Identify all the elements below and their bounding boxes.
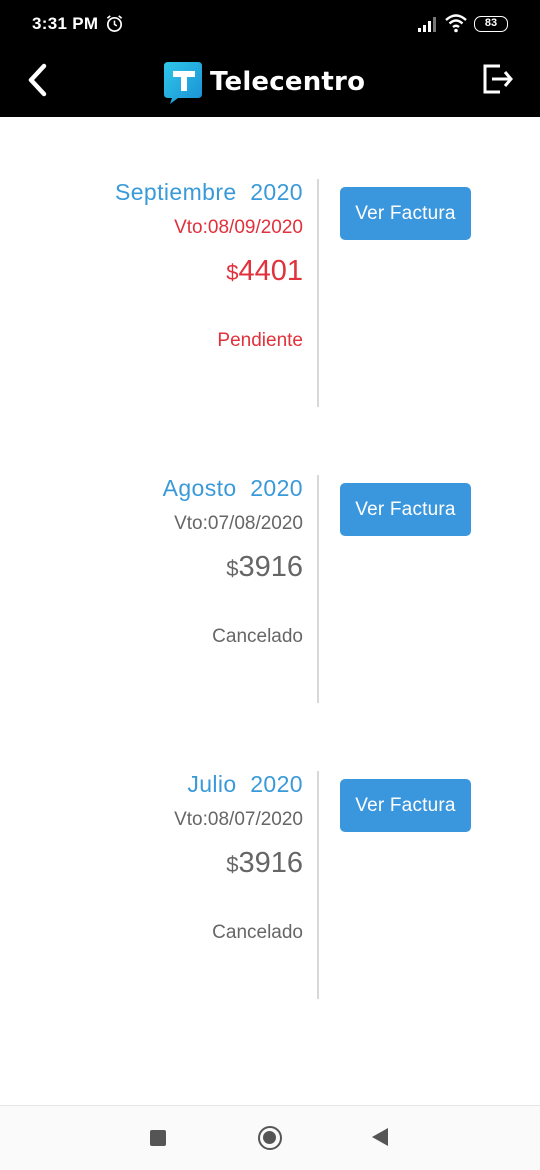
logout-icon[interactable] — [480, 60, 516, 98]
invoice-period: Septiembre 2020 — [115, 179, 303, 206]
invoice-card: Agosto 2020 Vto:07/08/2020 $3916 Cancela… — [0, 475, 540, 703]
status-bar: 3:31 PM 83 — [0, 0, 540, 48]
app-bar: Telecentro — [0, 48, 540, 117]
signal-icon — [418, 17, 436, 32]
system-nav-bar — [0, 1105, 540, 1170]
invoice-period: Agosto 2020 — [163, 475, 303, 502]
invoice-year: 2020 — [250, 771, 303, 797]
invoice-month: Agosto — [162, 475, 237, 501]
invoice-amount: $4401 — [226, 255, 303, 288]
invoice-card: Julio 2020 Vto:08/07/2020 $3916 Cancelad… — [0, 771, 540, 999]
invoice-amount: $3916 — [226, 847, 303, 880]
recent-apps-icon[interactable] — [150, 1130, 166, 1146]
alarm-icon — [106, 15, 123, 32]
status-time: 3:31 PM — [32, 14, 99, 33]
invoice-due-date: Vto:08/09/2020 — [174, 217, 303, 238]
invoice-amount: $3916 — [226, 551, 303, 584]
invoice-due-date: Vto:08/07/2020 — [174, 809, 303, 830]
telecentro-logo-icon — [164, 62, 202, 104]
amount-value: 3916 — [238, 551, 303, 583]
invoice-period: Julio 2020 — [187, 771, 303, 798]
amount-value: 4401 — [238, 255, 303, 287]
invoice-status: Pendiente — [217, 330, 303, 351]
invoice-year: 2020 — [250, 179, 303, 205]
invoice-status: Cancelado — [212, 922, 303, 943]
wifi-icon — [445, 14, 467, 33]
invoice-card: Septiembre 2020 Vto:08/09/2020 $4401 Pen… — [0, 179, 540, 407]
divider — [317, 475, 319, 703]
invoice-month: Julio — [187, 771, 237, 797]
brand-name: Telecentro — [210, 67, 366, 97]
currency-symbol: $ — [226, 260, 239, 285]
divider — [317, 179, 319, 407]
home-icon[interactable] — [258, 1126, 282, 1150]
back-icon[interactable] — [372, 1128, 388, 1146]
back-arrow-icon[interactable] — [22, 60, 56, 100]
currency-symbol: $ — [226, 556, 239, 581]
invoice-due-date: Vto:07/08/2020 — [174, 513, 303, 534]
currency-symbol: $ — [226, 852, 239, 877]
ver-factura-button[interactable]: Ver Factura — [340, 187, 471, 240]
amount-value: 3916 — [238, 847, 303, 879]
invoice-month: Septiembre — [115, 179, 237, 205]
ver-factura-button[interactable]: Ver Factura — [340, 483, 471, 536]
divider — [317, 771, 319, 999]
invoice-status: Cancelado — [212, 626, 303, 647]
brand-logo: Telecentro — [164, 58, 365, 106]
battery-icon: 83 — [474, 16, 508, 32]
ver-factura-button[interactable]: Ver Factura — [340, 779, 471, 832]
invoice-year: 2020 — [250, 475, 303, 501]
